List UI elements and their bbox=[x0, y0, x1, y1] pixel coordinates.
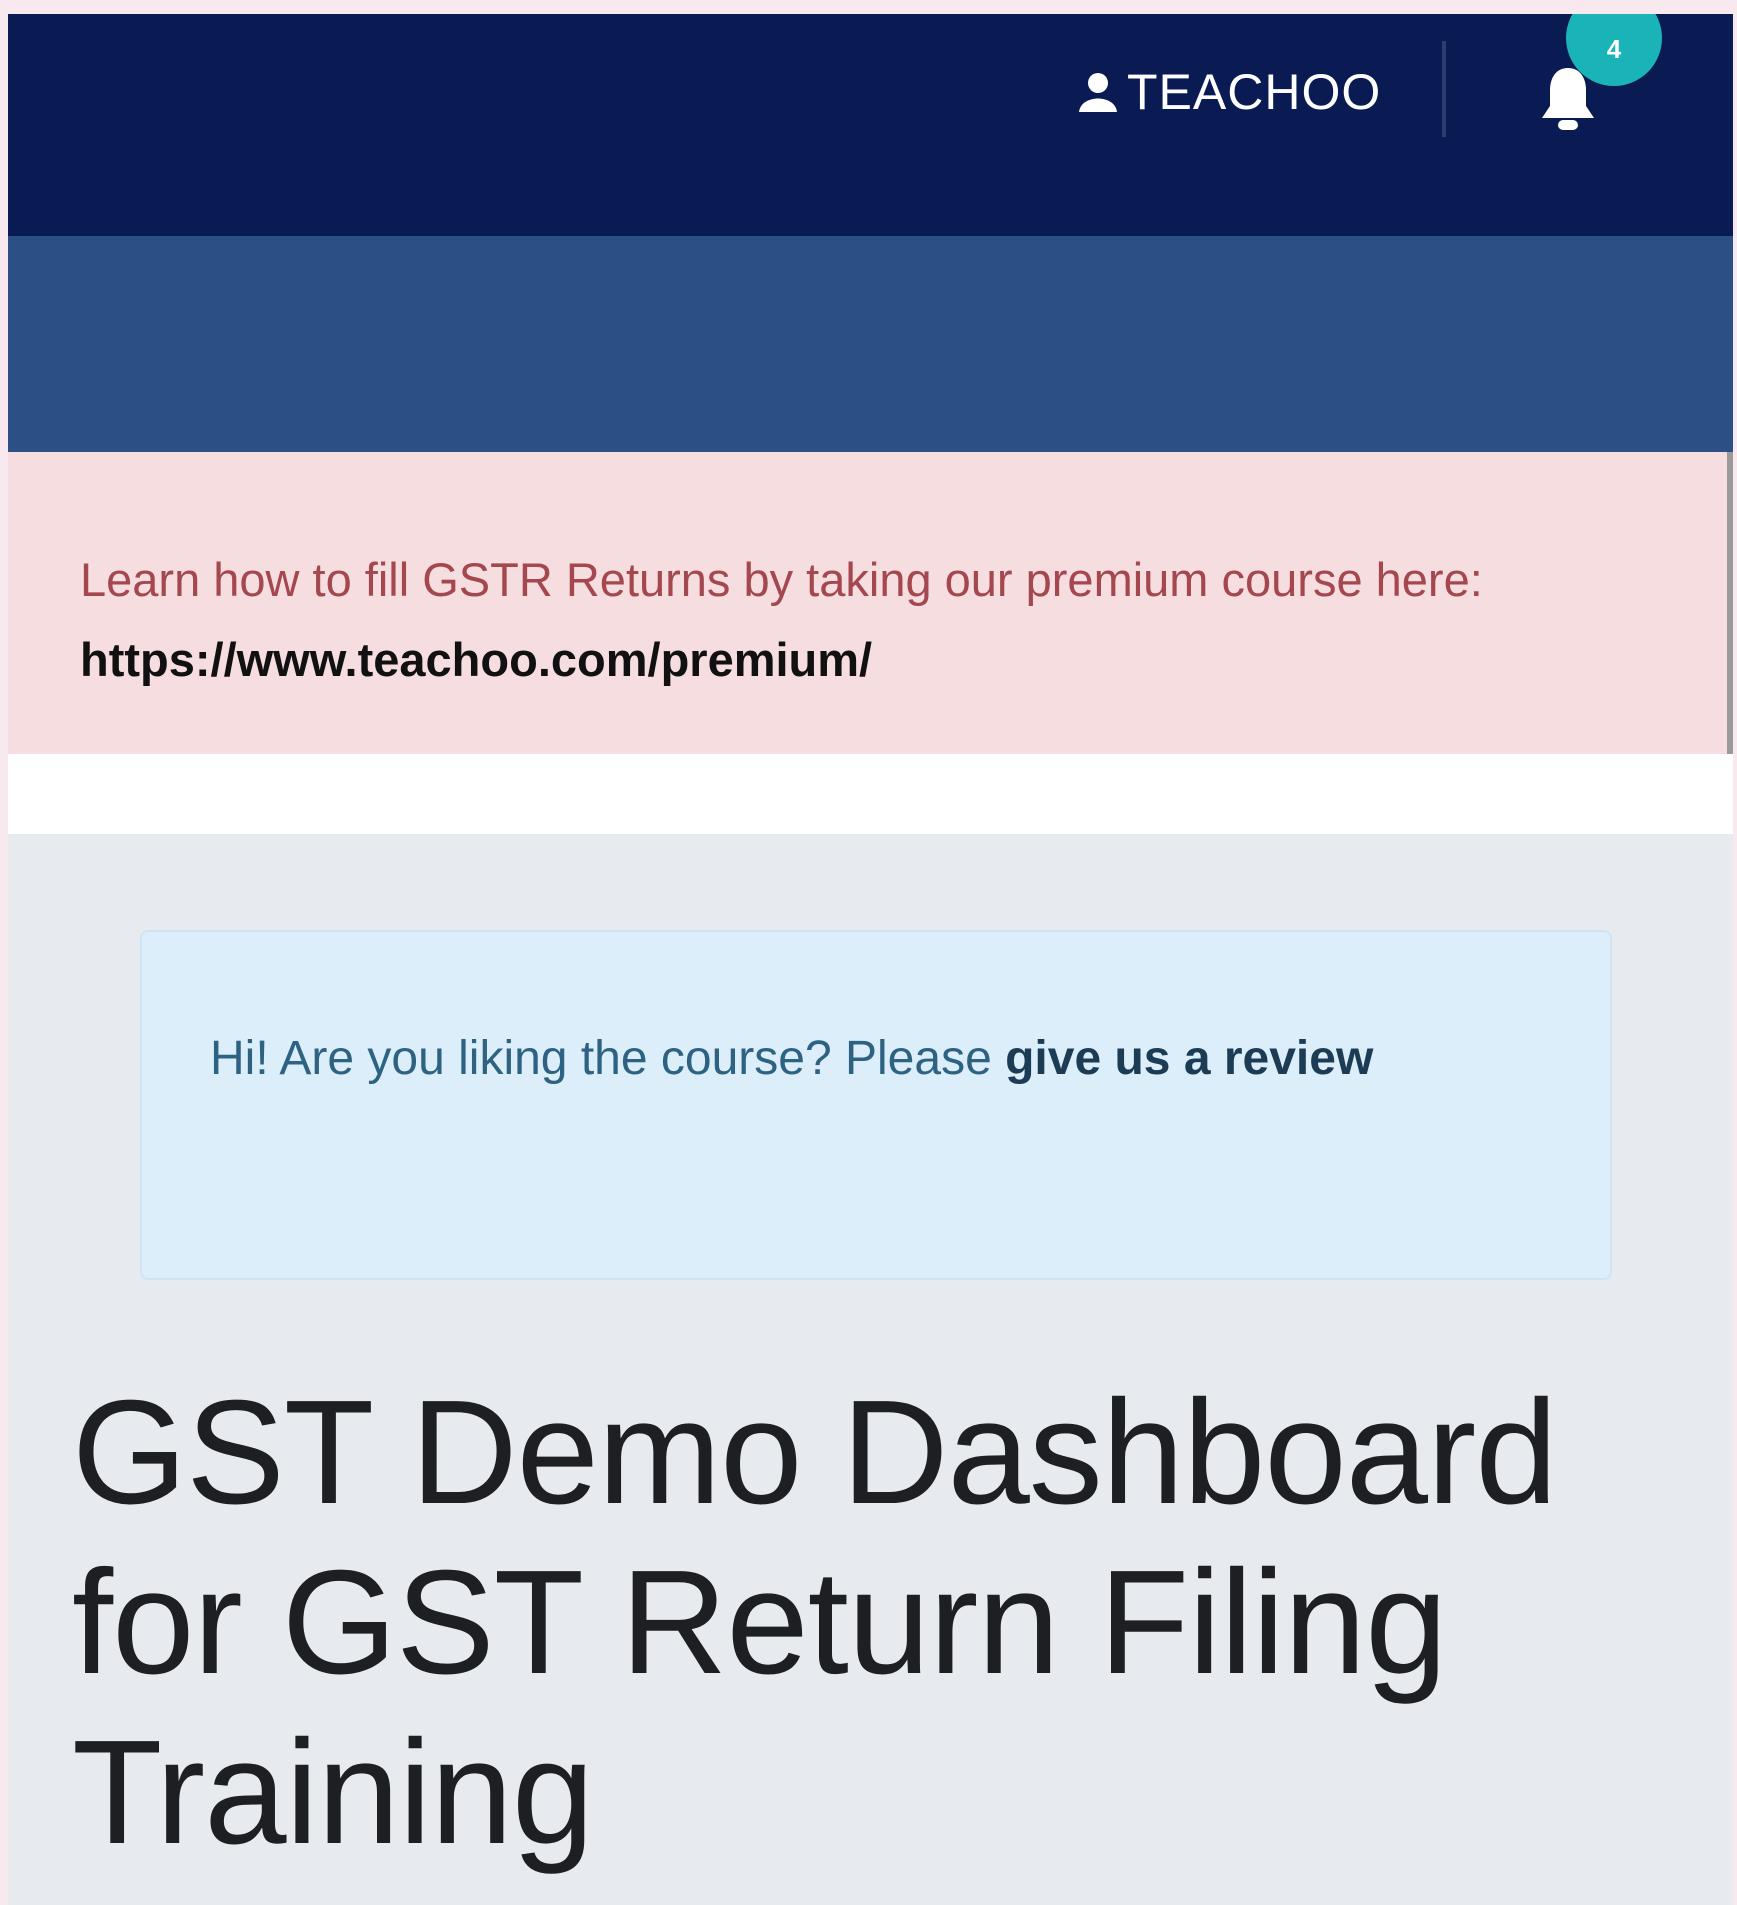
premium-course-link[interactable]: https://www.teachoo.com/premium/ bbox=[80, 633, 872, 686]
promo-alert-message: Learn how to fill GSTR Returns by taking… bbox=[80, 540, 1680, 700]
promo-alert-text: Learn how to fill GSTR Returns by taking… bbox=[80, 553, 1483, 606]
page-title: GST Demo Dashboard for GST Return Filing… bbox=[72, 1370, 1558, 1875]
navbar-divider bbox=[1442, 41, 1446, 137]
user-name: TEACHOO bbox=[1127, 64, 1382, 120]
content-divider bbox=[8, 754, 1733, 834]
review-prompt-text: Hi! Are you liking the course? Please bbox=[210, 1032, 1006, 1085]
review-prompt-message: Hi! Are you liking the course? Please gi… bbox=[210, 1018, 1510, 1100]
browser-viewport: TEACHOO 4 Learn how to fill GSTR Returns… bbox=[8, 14, 1733, 1905]
top-navbar: TEACHOO 4 bbox=[8, 14, 1733, 236]
review-prompt-alert: Hi! Are you liking the course? Please gi… bbox=[140, 930, 1612, 1280]
promo-alert: Learn how to fill GSTR Returns by taking… bbox=[8, 452, 1733, 754]
user-icon bbox=[1077, 72, 1119, 112]
secondary-navbar bbox=[8, 236, 1733, 452]
user-menu[interactable]: TEACHOO bbox=[1077, 67, 1381, 117]
give-review-link[interactable]: give us a review bbox=[1005, 1032, 1373, 1085]
